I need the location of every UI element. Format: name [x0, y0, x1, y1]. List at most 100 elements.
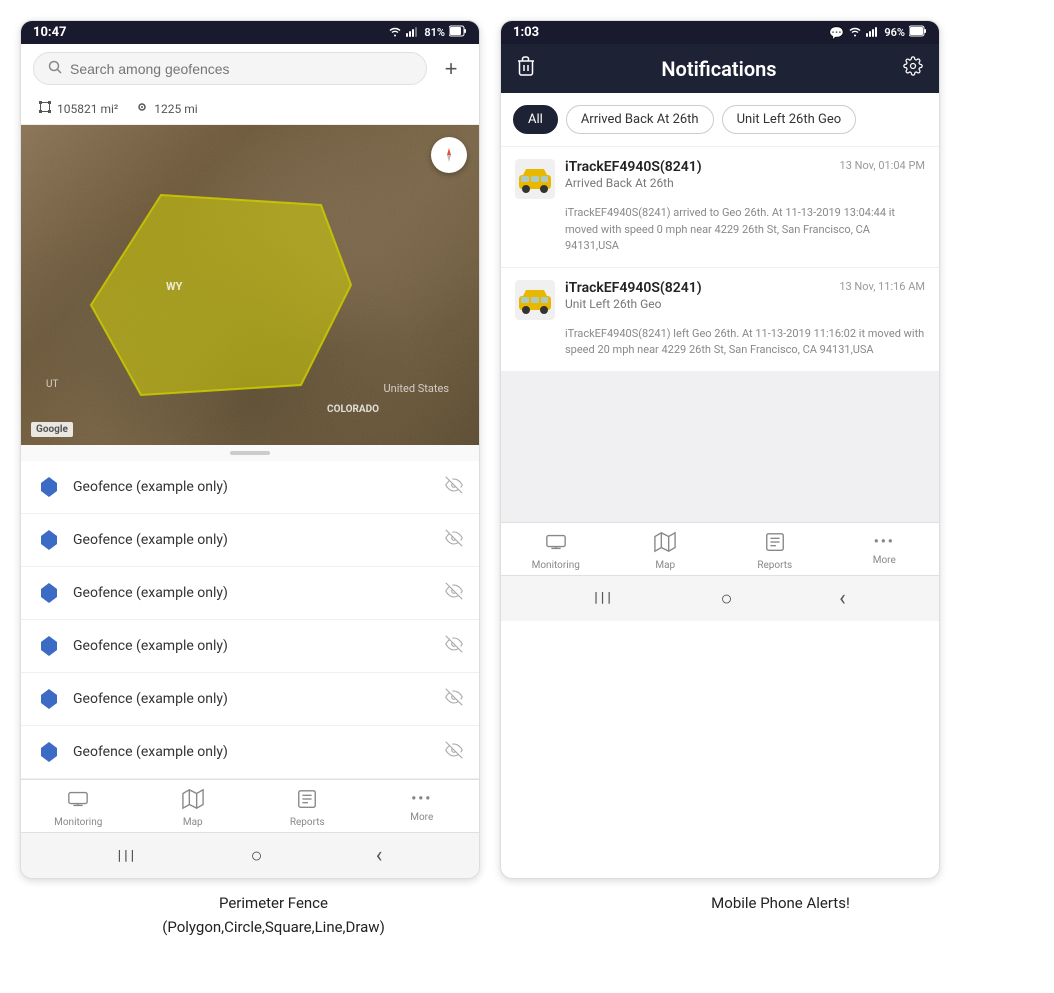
- map-label: Map: [183, 817, 203, 828]
- geofence-icon: [37, 581, 61, 605]
- android-menu-btn[interactable]: |||: [118, 848, 138, 864]
- nav-reports[interactable]: Reports: [250, 788, 365, 828]
- list-item[interactable]: Geofence (example only): [21, 673, 479, 726]
- wifi-icon: [388, 25, 402, 40]
- more-label-right: More: [873, 555, 896, 566]
- map-label-us: United States: [384, 382, 449, 395]
- battery-text-right: 96%: [884, 26, 905, 39]
- geofence-label: Geofence (example only): [73, 585, 433, 601]
- chip-left[interactable]: Unit Left 26th Geo: [722, 105, 857, 134]
- left-caption: Perimeter Fence(Polygon,Circle,Square,Li…: [54, 891, 494, 939]
- map-icon-right: [654, 531, 676, 558]
- left-time: 10:47: [33, 25, 67, 40]
- timestamp-1: 13 Nov, 01:04 PM: [840, 159, 925, 172]
- eye-slash-icon[interactable]: [445, 476, 463, 498]
- map-label-wy: WY: [166, 280, 182, 293]
- nav-reports-right[interactable]: Reports: [720, 531, 830, 571]
- notification-list: iTrackEF4940S(8241) 13 Nov, 01:04 PM Arr…: [501, 147, 939, 372]
- right-status-bar: 1:03 💬 96%: [501, 21, 939, 44]
- right-caption: Mobile Phone Alerts!: [561, 891, 1001, 939]
- monitoring-label: Monitoring: [54, 817, 102, 828]
- android-home-btn[interactable]: ○: [250, 843, 262, 868]
- notif-body-1: iTrackEF4940S(8241) 13 Nov, 01:04 PM Arr…: [565, 159, 925, 190]
- empty-notification-area: [501, 372, 939, 522]
- map-area[interactable]: WY United States COLORADO UT Google: [21, 125, 479, 445]
- search-input-wrap[interactable]: [33, 52, 427, 85]
- nav-map-right[interactable]: Map: [611, 531, 721, 571]
- device-name-2: iTrackEF4940S(8241): [565, 280, 702, 296]
- android-nav-left: ||| ○ ‹: [21, 832, 479, 878]
- delete-button[interactable]: [517, 56, 535, 81]
- scroll-indicator: [21, 445, 479, 461]
- left-phone: 10:47 81%: [20, 20, 480, 879]
- map-label-ut: UT: [46, 379, 58, 390]
- notif-header-2: iTrackEF4940S(8241) 13 Nov, 11:16 AM Uni…: [515, 280, 925, 320]
- android-back-btn[interactable]: ‹: [376, 843, 383, 868]
- list-item[interactable]: Geofence (example only): [21, 726, 479, 779]
- search-icon: [48, 59, 62, 78]
- monitoring-label-right: Monitoring: [532, 560, 580, 571]
- map-label-co: COLORADO: [327, 404, 379, 415]
- list-item[interactable]: Geofence (example only): [21, 461, 479, 514]
- battery-icon-right: [909, 25, 927, 40]
- compass-button[interactable]: [431, 137, 467, 173]
- nav-monitoring[interactable]: Monitoring: [21, 788, 136, 828]
- geofence-icon: [37, 634, 61, 658]
- nav-more[interactable]: ••• More: [365, 788, 480, 828]
- area-icon: [37, 99, 53, 118]
- stats-row: 105821 mi² 1225 mi: [21, 93, 479, 125]
- reports-icon-right: [764, 531, 786, 558]
- distance-icon: [134, 99, 150, 118]
- signal-icon-right: [866, 25, 880, 40]
- add-geofence-button[interactable]: +: [435, 53, 467, 85]
- geofence-icon: [37, 687, 61, 711]
- android-home-btn-right[interactable]: ○: [720, 586, 732, 611]
- wifi-icon-right: [848, 25, 862, 40]
- nav-monitoring-right[interactable]: Monitoring: [501, 531, 611, 571]
- car-avatar-2: [515, 280, 555, 320]
- bottom-nav-right: Monitoring Map Reports ••• More: [501, 522, 939, 575]
- timestamp-2: 13 Nov, 11:16 AM: [839, 280, 925, 293]
- notifications-header: Notifications: [501, 44, 939, 93]
- bottom-nav-left: Monitoring Map Reports ••• More: [21, 779, 479, 832]
- geofence-list: Geofence (example only) Geofence (exampl…: [21, 461, 479, 779]
- settings-button[interactable]: [903, 56, 923, 81]
- list-item[interactable]: Geofence (example only): [21, 567, 479, 620]
- eye-slash-icon[interactable]: [445, 529, 463, 551]
- reports-icon: [296, 788, 318, 815]
- eye-slash-icon[interactable]: [445, 688, 463, 710]
- right-phone: 1:03 💬 96%: [500, 20, 940, 879]
- geofence-polygon[interactable]: [81, 185, 361, 405]
- chip-all[interactable]: All: [513, 105, 558, 134]
- eye-slash-icon[interactable]: [445, 582, 463, 604]
- more-icon: •••: [411, 788, 432, 810]
- list-item[interactable]: Geofence (example only): [21, 514, 479, 567]
- geofence-label: Geofence (example only): [73, 691, 433, 707]
- eye-slash-icon[interactable]: [445, 635, 463, 657]
- notification-item-2[interactable]: iTrackEF4940S(8241) 13 Nov, 11:16 AM Uni…: [501, 268, 939, 372]
- event-type-2: Unit Left 26th Geo: [565, 297, 925, 311]
- map-background: WY United States COLORADO UT Google: [21, 125, 479, 445]
- monitoring-icon-right: [545, 531, 567, 558]
- chip-arrived[interactable]: Arrived Back At 26th: [566, 105, 714, 134]
- notif-body-2: iTrackEF4940S(8241) 13 Nov, 11:16 AM Uni…: [565, 280, 925, 311]
- area-stat: 105821 mi²: [37, 99, 118, 118]
- map-label-right: Map: [655, 560, 675, 571]
- notif-header-1: iTrackEF4940S(8241) 13 Nov, 01:04 PM Arr…: [515, 159, 925, 199]
- eye-slash-icon[interactable]: [445, 741, 463, 763]
- reports-label: Reports: [290, 817, 325, 828]
- distance-value: 1225 mi: [154, 102, 197, 116]
- notif-description-1: iTrackEF4940S(8241) arrived to Geo 26th.…: [515, 205, 925, 255]
- android-back-btn-right[interactable]: ‹: [839, 586, 846, 611]
- nav-more-right[interactable]: ••• More: [830, 531, 940, 571]
- list-item[interactable]: Geofence (example only): [21, 620, 479, 673]
- notification-item-1[interactable]: iTrackEF4940S(8241) 13 Nov, 01:04 PM Arr…: [501, 147, 939, 268]
- scroll-pill: [230, 451, 270, 455]
- nav-map[interactable]: Map: [136, 788, 251, 828]
- car-avatar-1: [515, 159, 555, 199]
- geofence-label: Geofence (example only): [73, 479, 433, 495]
- notif-top-row-2: iTrackEF4940S(8241) 13 Nov, 11:16 AM: [565, 280, 925, 296]
- android-menu-btn-right[interactable]: |||: [594, 590, 614, 606]
- search-input[interactable]: [70, 61, 412, 77]
- geofence-icon: [37, 475, 61, 499]
